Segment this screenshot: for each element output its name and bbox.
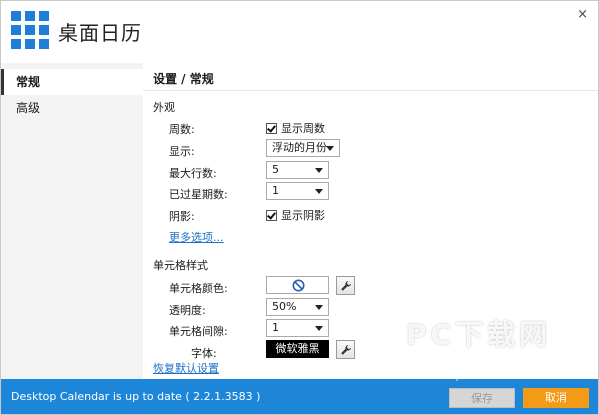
chevron-down-icon <box>315 326 323 331</box>
chevron-down-icon <box>326 146 334 151</box>
app-title: 桌面日历 <box>58 21 142 45</box>
title-divider <box>143 90 598 91</box>
chevron-down-icon <box>315 168 323 173</box>
cell-color-picker[interactable] <box>266 276 329 294</box>
settings-window: 桌面日历 × 常规 高级 设置 / 常规 外观 周数: 显示周数 显示: 浮动的… <box>0 0 599 415</box>
settings-panel: 设置 / 常规 外观 周数: 显示周数 显示: 浮动的月份 最大行数: 5 已过… <box>143 63 598 379</box>
no-color-icon <box>292 279 305 292</box>
display-select[interactable]: 浮动的月份 <box>266 139 340 157</box>
sidebar: 常规 高级 <box>1 63 143 379</box>
close-icon[interactable]: × <box>577 7 588 22</box>
wrench-icon <box>341 281 351 291</box>
page-title: 设置 / 常规 <box>153 72 214 86</box>
max-rows-select-value: 5 <box>272 163 279 176</box>
save-button[interactable]: 保存 <box>449 388 515 408</box>
sidebar-item-general[interactable]: 常规 <box>1 69 143 95</box>
wrench-icon <box>341 345 351 355</box>
cell-color-label: 单元格颜色: <box>169 282 228 295</box>
max-rows-label: 最大行数: <box>169 167 217 180</box>
transparency-select-value: 50% <box>272 300 297 313</box>
font-edit-button[interactable] <box>336 340 355 359</box>
checkbox-checked-icon <box>266 209 277 221</box>
font-label: 字体: <box>191 347 217 360</box>
shadow-checkbox[interactable]: 显示阴影 <box>266 207 325 223</box>
grid-logo-icon <box>11 11 50 50</box>
week-number-checkbox[interactable]: 显示周数 <box>266 120 325 136</box>
max-rows-select[interactable]: 5 <box>266 161 329 179</box>
display-label: 显示: <box>169 145 195 158</box>
restore-defaults-link[interactable]: 恢复默认设置 <box>153 360 219 376</box>
week-number-checkbox-label: 显示周数 <box>281 122 325 135</box>
cell-color-edit-button[interactable] <box>336 276 355 295</box>
more-options-link[interactable]: 更多选项... <box>169 229 224 245</box>
font-picker[interactable]: 微软雅黑 <box>266 340 329 358</box>
cell-spacing-select-value: 1 <box>272 321 279 334</box>
display-select-value: 浮动的月份 <box>272 141 327 154</box>
section-cell-style-title: 单元格样式 <box>153 259 208 272</box>
section-appearance-title: 外观 <box>153 101 175 114</box>
cell-spacing-select[interactable]: 1 <box>266 319 329 337</box>
checkbox-checked-icon <box>266 122 277 134</box>
cell-spacing-label: 单元格间隙: <box>169 325 228 338</box>
title-bar: 桌面日历 × <box>1 1 598 63</box>
transparency-label: 透明度: <box>169 304 206 317</box>
shadow-label: 阴影: <box>169 210 195 223</box>
shadow-checkbox-label: 显示阴影 <box>281 209 325 222</box>
status-bar: Desktop Calendar is up to date ( 2.2.1.3… <box>1 379 598 414</box>
sidebar-item-advanced[interactable]: 高级 <box>1 95 143 121</box>
past-weeks-select-value: 1 <box>272 184 279 197</box>
past-weeks-label: 已过星期数: <box>169 188 228 201</box>
chevron-down-icon <box>315 189 323 194</box>
transparency-select[interactable]: 50% <box>266 298 329 316</box>
past-weeks-select[interactable]: 1 <box>266 182 329 200</box>
update-status-text: Desktop Calendar is up to date ( 2.2.1.3… <box>11 390 261 403</box>
week-number-label: 周数: <box>169 123 195 136</box>
chevron-down-icon <box>315 305 323 310</box>
cancel-button[interactable]: 取消 <box>523 388 589 408</box>
